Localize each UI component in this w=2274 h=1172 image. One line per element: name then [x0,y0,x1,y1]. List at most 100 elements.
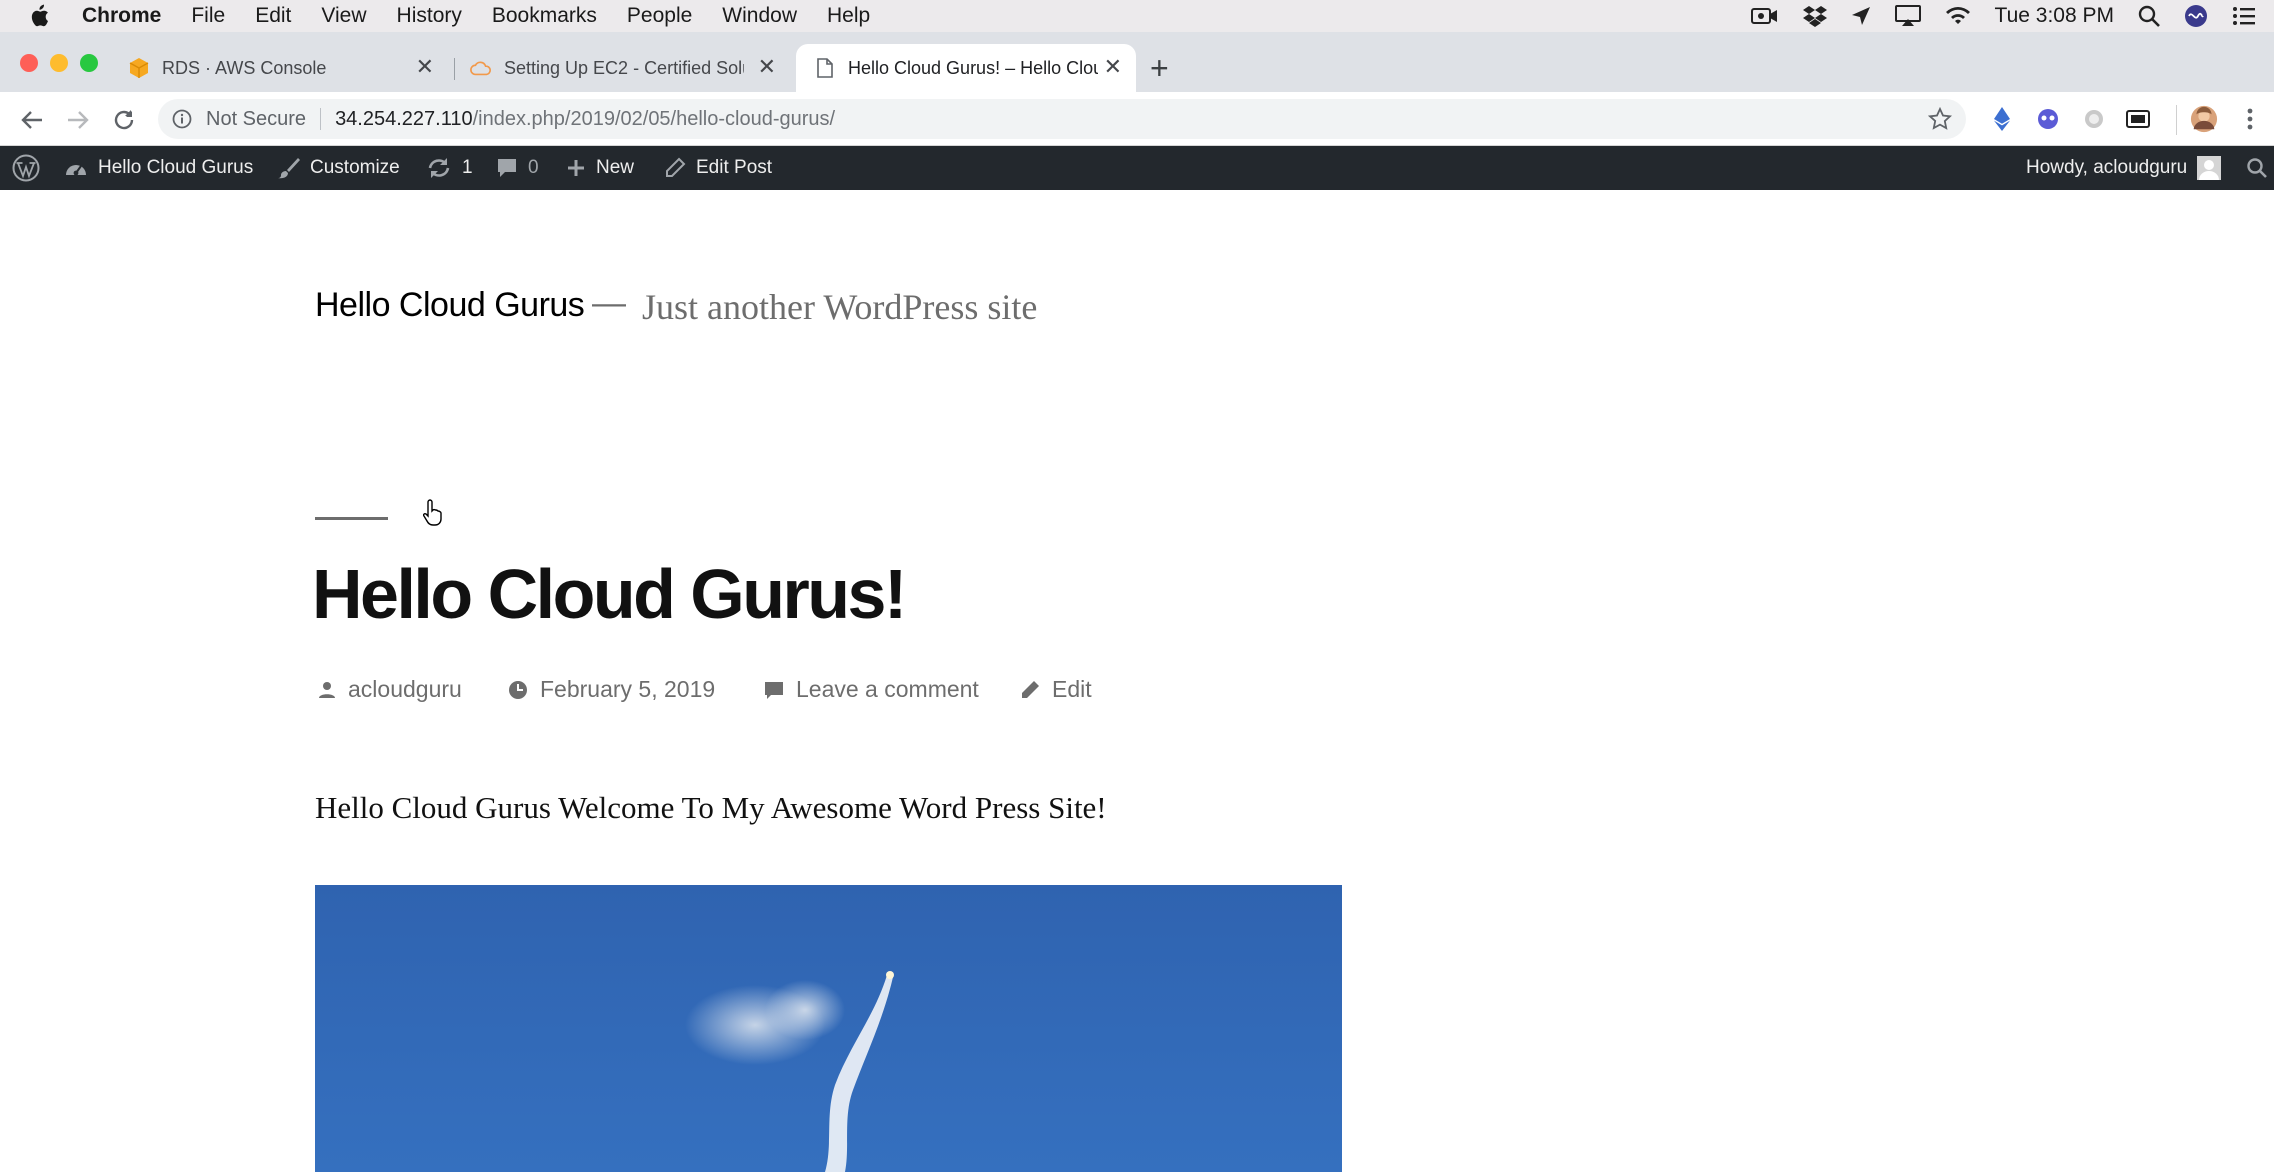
macos-menu-bar: Chrome File Edit View History Bookmarks … [0,0,2274,32]
person-icon [319,681,335,698]
post-date[interactable]: February 5, 2019 [508,676,715,703]
forward-button[interactable] [64,106,92,134]
adminbar-updates-count: 1 [462,157,473,178]
tab-setting-up-ec2[interactable]: Setting Up EC2 - Certified Solu ✕ [470,44,790,92]
updates-icon [428,158,450,178]
menu-history[interactable]: History [397,4,462,28]
post-body-text: Hello Cloud Gurus Welcome To My Awesome … [315,790,1107,825]
site-title-link[interactable]: Hello Cloud Gurus [315,286,585,325]
wp-admin-bar: Hello Cloud Gurus Customize 1 0 New Edit… [0,146,2274,190]
tab-title: RDS · AWS Console [162,57,327,78]
new-tab-button[interactable]: + [1150,52,1169,84]
circle-extension-icon[interactable] [2080,105,2108,133]
mask-extension-icon[interactable] [2034,105,2062,133]
adminbar-howdy: Howdy, acloudguru [2026,157,2188,178]
menu-window[interactable]: Window [722,4,797,28]
menubar-clock[interactable]: Tue 3:08 PM [1995,4,2114,28]
minimize-window-button[interactable] [50,54,68,72]
post-author-name: acloudguru [348,676,462,702]
browser-toolbar: Not Secure 34.254.227.110/index.php/2019… [0,92,2274,146]
adminbar-comments[interactable]: 0 [496,146,539,190]
url-path: /index.php/2019/02/05/hello-cloud-gurus/ [472,107,836,130]
adminbar-site-name[interactable]: Hello Cloud Gurus [64,146,253,190]
cloud-icon [470,57,492,79]
tab-title: Setting Up EC2 - Certified Solu [504,57,744,78]
close-tab-icon[interactable]: ✕ [758,56,776,78]
post-comment-link[interactable]: Leave a comment [764,676,979,703]
adminbar-updates[interactable]: 1 [426,146,473,190]
adminbar-new[interactable]: New [566,146,634,190]
zoom-window-button[interactable] [80,54,98,72]
title-divider [315,517,388,520]
browser-tab-strip: RDS · AWS Console ✕ Setting Up EC2 - Cer… [0,32,2274,92]
wifi-icon[interactable] [1945,6,1971,26]
menu-bookmarks[interactable]: Bookmarks [492,4,597,28]
adminbar-customize-label: Customize [310,157,400,178]
bookmark-star-icon[interactable] [1927,106,1953,137]
adminbar-customize[interactable]: Customize [278,146,400,190]
menu-file[interactable]: File [191,4,225,28]
rocket-launch-picture [685,971,894,1172]
airplay-icon[interactable] [1894,5,1921,27]
info-icon[interactable] [172,108,194,130]
tab-title: Hello Cloud Gurus! – Hello Clou [848,57,1098,78]
profile-avatar[interactable] [2190,105,2218,133]
adminbar-edit-post[interactable]: Edit Post [664,146,772,190]
post-edit-link[interactable]: Edit [1020,676,1092,703]
adminbar-edit-post-label: Edit Post [696,157,773,178]
menu-view[interactable]: View [321,4,366,28]
pencil-icon [666,157,686,177]
wordpress-logo-icon[interactable] [12,146,40,190]
site-description: Just another WordPress site [642,287,1038,327]
ethereum-extension-icon[interactable] [1988,105,2016,133]
close-tab-icon[interactable]: ✕ [416,56,434,78]
tab-rds-console[interactable]: RDS · AWS Console ✕ [128,44,448,92]
security-status[interactable]: Not Secure [206,108,306,131]
paintbrush-icon [278,158,300,179]
screen-capture-extension-icon[interactable] [2124,105,2152,133]
location-arrow-icon[interactable] [1851,6,1871,26]
adminbar-site-label: Hello Cloud Gurus [98,157,254,178]
menu-app-name[interactable]: Chrome [82,4,161,28]
post-edit-text: Edit [1052,676,1092,702]
menu-help[interactable]: Help [827,4,870,28]
adminbar-my-account[interactable]: Howdy, acloudguru [2026,146,2222,190]
post-date-text: February 5, 2019 [540,676,716,702]
pencil-icon [1022,680,1039,698]
post-rocket-image [315,885,1342,1172]
post-comment-text: Leave a comment [796,676,979,702]
chrome-menu-icon[interactable] [2236,105,2264,133]
post-title: Hello Cloud Gurus! [312,555,907,633]
user-avatar-icon [2197,156,2222,180]
menu-edit[interactable]: Edit [255,4,291,28]
tab-hello-cloud-gurus[interactable]: Hello Cloud Gurus! – Hello Clou ✕ [796,44,1136,92]
comment-bubble-icon [498,159,516,177]
pointer-hand-icon [422,498,445,531]
menu-people[interactable]: People [627,4,692,28]
close-window-button[interactable] [20,54,38,72]
close-tab-icon[interactable]: ✕ [1104,56,1122,78]
spotlight-search-icon[interactable] [2138,5,2160,27]
toolbar-divider [2176,105,2177,135]
clock-icon [509,680,527,699]
adminbar-new-label: New [596,157,635,178]
address-separator [320,108,322,130]
post-author[interactable]: acloudguru [318,676,462,703]
aws-box-icon [128,57,150,79]
tab-separator [454,58,455,80]
address-bar[interactable]: Not Secure 34.254.227.110/index.php/2019… [158,99,1966,139]
notification-center-icon[interactable] [2232,6,2256,26]
back-button[interactable] [18,106,46,134]
video-camera-icon[interactable] [1750,6,1779,26]
adminbar-comments-count: 0 [528,157,539,178]
dropbox-icon[interactable] [1802,5,1827,27]
url-host: 34.254.227.110 [335,107,473,130]
adminbar-search-icon[interactable] [2246,146,2268,190]
apple-icon[interactable] [28,4,58,28]
page-icon [814,57,836,79]
siri-icon[interactable] [2184,4,2208,28]
reload-button[interactable] [110,106,138,134]
comment-icon [765,681,783,699]
window-controls [20,54,98,72]
plus-icon [568,160,584,176]
